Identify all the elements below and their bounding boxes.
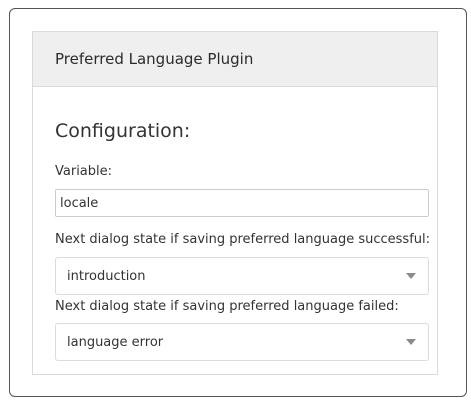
failure-state-label: Next dialog state if saving preferred la… <box>55 299 399 314</box>
success-state-value: introduction <box>67 268 146 284</box>
chevron-down-icon <box>406 339 416 345</box>
window-frame: Preferred Language Plugin Configuration:… <box>9 8 467 397</box>
plugin-panel: Preferred Language Plugin Configuration:… <box>32 31 438 375</box>
panel-header: Preferred Language Plugin <box>33 32 437 87</box>
success-state-select[interactable]: introduction <box>55 257 429 295</box>
failure-state-value: language error <box>67 334 164 350</box>
chevron-down-icon <box>406 273 416 279</box>
panel-title: Preferred Language Plugin <box>55 50 254 68</box>
section-title: Configuration: <box>55 120 191 142</box>
variable-label: Variable: <box>55 164 113 179</box>
success-state-label: Next dialog state if saving preferred la… <box>55 232 431 247</box>
variable-input[interactable] <box>55 189 429 217</box>
failure-state-select[interactable]: language error <box>55 323 429 361</box>
